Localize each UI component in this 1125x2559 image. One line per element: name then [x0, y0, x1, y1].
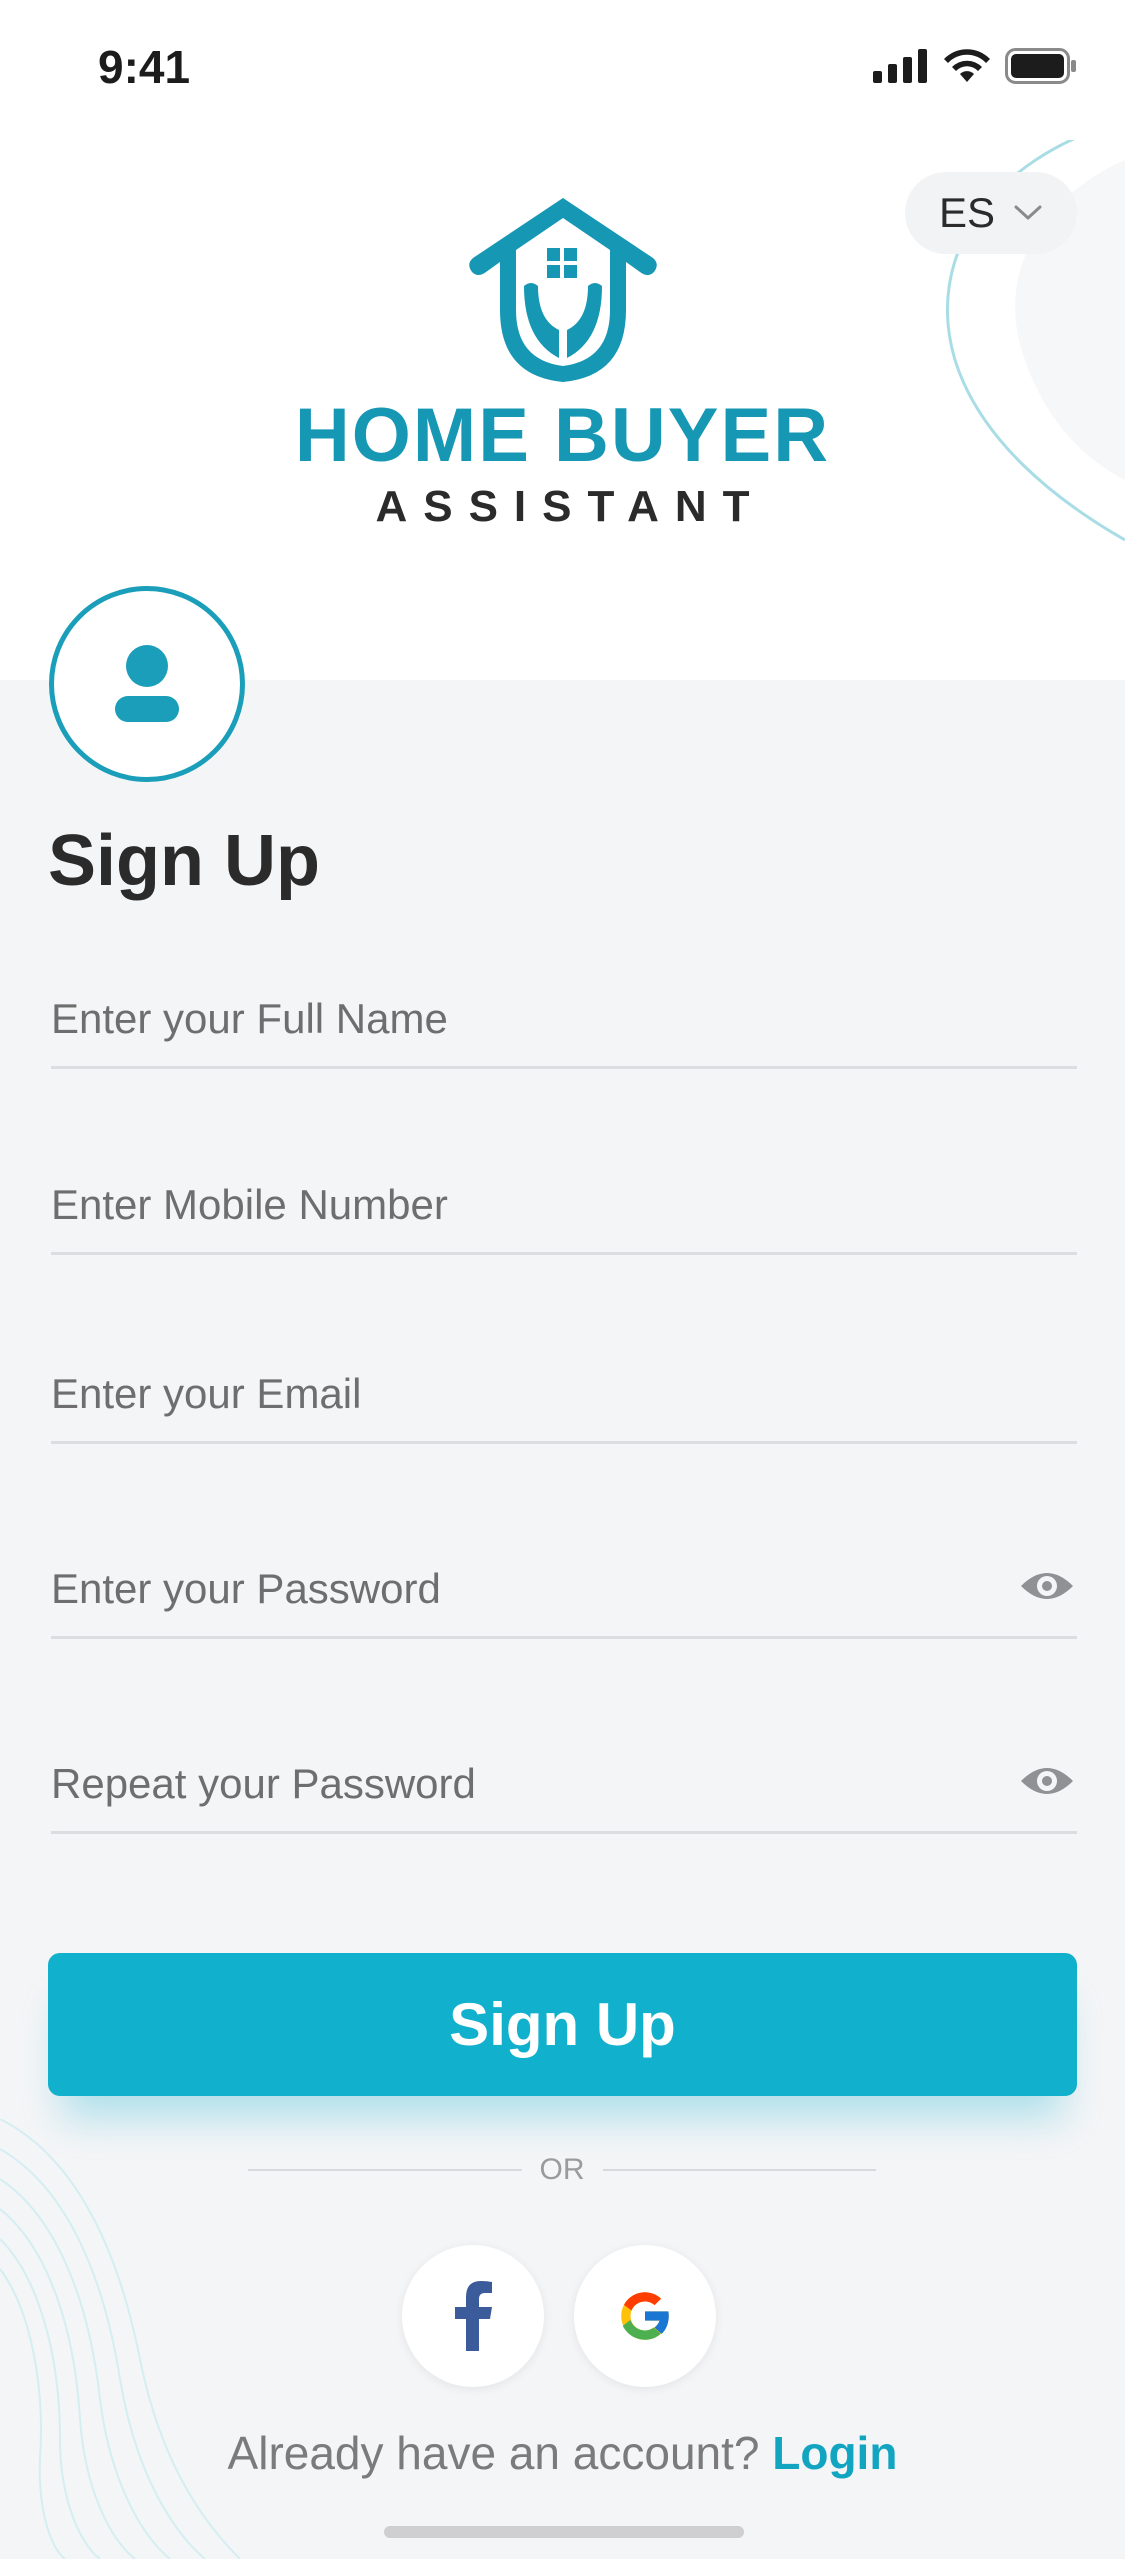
language-selected: ES — [938, 189, 996, 236]
battery-icon — [1005, 48, 1076, 84]
google-login-button[interactable] — [574, 2245, 716, 2387]
avatar[interactable] — [49, 586, 245, 782]
password-input[interactable] — [51, 1546, 951, 1632]
full-name-input[interactable] — [51, 976, 1077, 1062]
divider-line-right — [602, 2169, 876, 2171]
login-prompt-text: Already have an account? — [227, 2427, 760, 2479]
or-divider: OR — [248, 2150, 876, 2190]
brand-subtitle: ASSISTANT — [375, 482, 766, 531]
email-input[interactable] — [51, 1351, 1077, 1437]
page-title: Sign Up — [48, 821, 320, 901]
divider-text: OR — [539, 2153, 585, 2186]
language-selector[interactable]: ES — [905, 172, 1077, 254]
sign-up-button[interactable]: Sign Up — [48, 1953, 1077, 2096]
eye-icon[interactable] — [1019, 1566, 1075, 1606]
full-name-field — [51, 976, 1077, 1069]
repeat-password-field — [51, 1741, 1077, 1834]
facebook-login-button[interactable] — [402, 2245, 544, 2387]
login-link[interactable]: Login — [772, 2427, 897, 2479]
mobile-number-field — [51, 1162, 1077, 1255]
email-field — [51, 1351, 1077, 1444]
house-hands-logo-icon — [468, 198, 657, 382]
status-bar: 9:41 — [0, 0, 1125, 140]
repeat-password-input[interactable] — [51, 1741, 951, 1827]
facebook-icon — [455, 2281, 492, 2351]
signup-screen: 9:41 ES HOME BUYER ASSISTANT Sign Up Ent… — [0, 0, 1125, 2559]
google-icon — [621, 2292, 671, 2340]
status-icons — [873, 48, 1077, 84]
password-field — [51, 1546, 1077, 1639]
status-time: 9:41 — [98, 41, 191, 93]
chevron-down-icon — [1014, 205, 1042, 220]
login-prompt: Already have an account? Login — [0, 2426, 1125, 2480]
cellular-signal-icon — [873, 49, 927, 83]
user-icon — [115, 645, 179, 722]
eye-icon[interactable] — [1019, 1761, 1075, 1801]
brand-logo: HOME BUYER ASSISTANT — [290, 190, 835, 532]
wifi-icon — [944, 49, 990, 82]
divider-line-left — [248, 2169, 522, 2171]
brand-title: HOME BUYER — [294, 393, 831, 478]
home-indicator[interactable] — [384, 2526, 744, 2538]
mobile-number-input[interactable] — [51, 1162, 1077, 1248]
